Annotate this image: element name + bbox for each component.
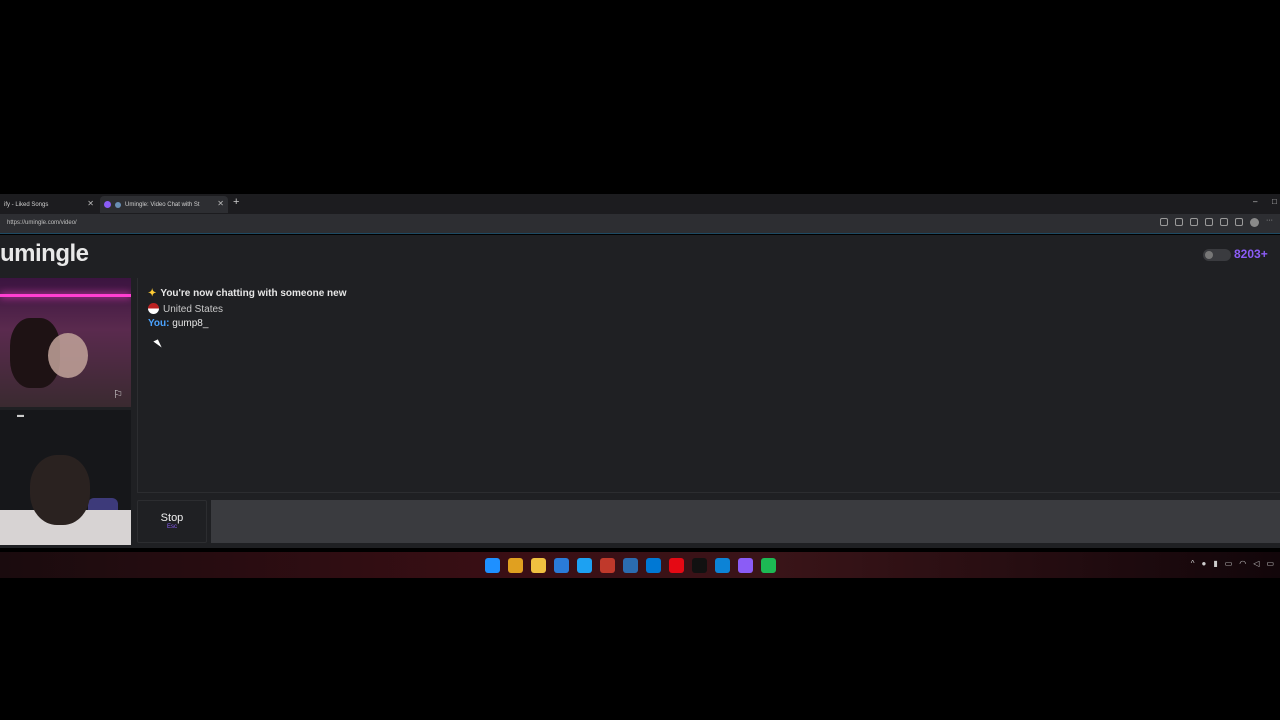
- toggle-knob: [1205, 251, 1213, 259]
- url-field[interactable]: https://umingle.com/video/: [7, 220, 77, 226]
- settings-app-icon[interactable]: [623, 558, 638, 573]
- address-bar: https://umingle.com/video/ ···: [0, 214, 1280, 234]
- stranger-video: ⚐: [0, 278, 131, 407]
- wifi-icon[interactable]: ◠: [1239, 559, 1246, 568]
- audio-icon: [115, 201, 121, 208]
- us-flag-icon: [148, 303, 159, 314]
- address-bar-actions: ···: [1160, 217, 1274, 227]
- mouse-cursor-icon: [153, 339, 162, 350]
- chevron-up-icon[interactable]: ^: [1191, 559, 1195, 568]
- stop-button[interactable]: Stop Esc: [137, 500, 207, 543]
- close-icon[interactable]: ✕: [87, 199, 94, 208]
- spotify-icon[interactable]: [761, 558, 776, 573]
- mcafee-icon[interactable]: [600, 558, 615, 573]
- self-video: ▬: [0, 410, 131, 545]
- start-windows-icon[interactable]: [485, 558, 500, 573]
- mic-icon[interactable]: ▮: [1213, 559, 1217, 568]
- system-tray: ^ ● ▮ ▭ ◠ ◁ ▭: [1191, 559, 1274, 568]
- message-input[interactable]: [211, 500, 1280, 543]
- sparkle-icon: ✦: [148, 288, 157, 299]
- copilot-app-icon[interactable]: [508, 558, 523, 573]
- antivirus-icon[interactable]: ●: [1201, 559, 1206, 568]
- you-label: You:: [148, 318, 170, 329]
- system-message: ✦ You're now chatting with someone new: [148, 288, 346, 299]
- youtube-icon[interactable]: [669, 558, 684, 573]
- chat-log: ✦ You're now chatting with someone new Un…: [137, 278, 1280, 493]
- favorite-star-icon[interactable]: [1175, 218, 1183, 226]
- neon-light: [0, 294, 131, 297]
- new-tab-button[interactable]: +: [233, 196, 239, 208]
- profile-avatar[interactable]: [1250, 218, 1259, 227]
- maximize-button[interactable]: □: [1272, 197, 1277, 206]
- video-hand: [48, 333, 88, 378]
- online-count: 8203+: [1234, 247, 1268, 261]
- copilot-icon[interactable]: [1220, 218, 1228, 226]
- video-face: [30, 455, 90, 525]
- store-icon[interactable]: [554, 558, 569, 573]
- file-explorer-icon[interactable]: [531, 558, 546, 573]
- edge-icon[interactable]: [715, 558, 730, 573]
- volume-icon[interactable]: ◁: [1253, 559, 1259, 568]
- chat-message: You: gump8_: [148, 318, 208, 329]
- stop-label: Stop: [160, 512, 184, 524]
- extensions-icon[interactable]: [1190, 218, 1198, 226]
- chrome-icon[interactable]: [577, 558, 592, 573]
- battery-icon[interactable]: ▭: [1266, 559, 1274, 568]
- tab-umingle[interactable]: Umingle: Video Chat with St ✕: [100, 196, 228, 213]
- message-text: gump8_: [172, 318, 209, 329]
- umingle-page: umingle 8203+ ⚐ ▬ ✦ You're now chatting w…: [0, 235, 1280, 548]
- tab-label: Umingle: Video Chat with St: [125, 201, 200, 208]
- taskbar: ^ ● ▮ ▭ ◠ ◁ ▭: [0, 552, 1280, 578]
- close-icon[interactable]: ✕: [217, 199, 224, 208]
- tab-label: ify - Liked Songs: [4, 201, 49, 208]
- system-message-text: You're now chatting with someone new: [160, 288, 347, 299]
- camera-icon[interactable]: ▬: [17, 412, 24, 419]
- minimize-button[interactable]: –: [1253, 197, 1257, 206]
- taskbar-apps: [485, 558, 776, 573]
- country-line: United States: [148, 303, 223, 315]
- browser-tab-bar: ify - Liked Songs ✕ Umingle: Video Chat …: [0, 194, 1280, 214]
- report-flag-icon[interactable]: ⚐: [113, 388, 123, 401]
- keyboard-icon[interactable]: ▭: [1225, 559, 1233, 568]
- outlook-icon[interactable]: [646, 558, 661, 573]
- umingle-favicon-icon: [104, 201, 111, 208]
- discord-icon[interactable]: [738, 558, 753, 573]
- tab-liked-songs[interactable]: ify - Liked Songs ✕: [0, 196, 98, 213]
- site-logo[interactable]: umingle: [0, 240, 89, 268]
- read-aloud-icon[interactable]: [1160, 218, 1168, 226]
- more-menu-icon[interactable]: ···: [1266, 217, 1274, 226]
- netflix-icon[interactable]: [692, 558, 707, 573]
- refresh-icon[interactable]: [1205, 218, 1213, 226]
- theme-toggle[interactable]: [1203, 249, 1231, 261]
- screen: ify - Liked Songs ✕ Umingle: Video Chat …: [0, 0, 1280, 720]
- stop-hint: Esc: [166, 524, 177, 530]
- country-text: United States: [163, 304, 224, 315]
- favorites-icon[interactable]: [1235, 218, 1243, 226]
